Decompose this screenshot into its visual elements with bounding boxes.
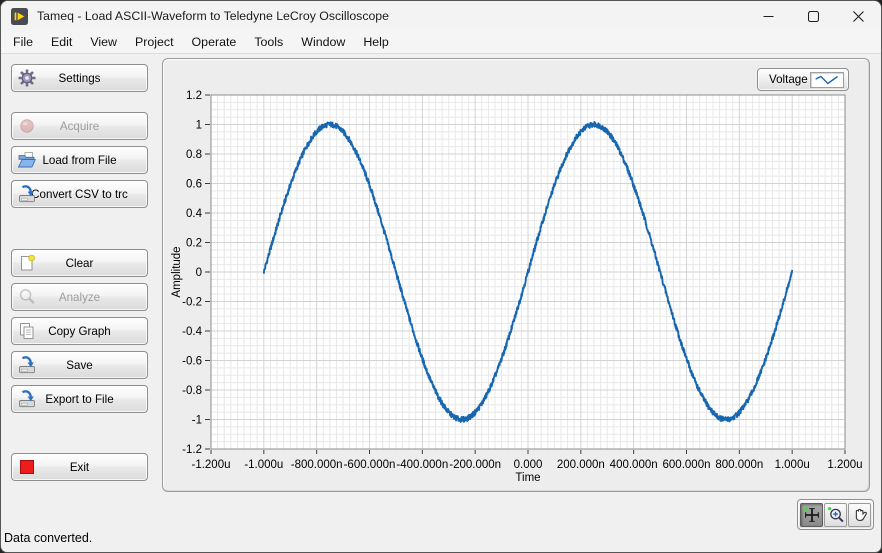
sidebar-button-label: Save xyxy=(66,359,92,372)
menu-item-help[interactable]: Help xyxy=(354,32,397,52)
x-tick-label: 200.000n xyxy=(557,459,605,471)
y-tick-label: 1.2 xyxy=(186,90,202,102)
plot-legend-button[interactable]: Voltage xyxy=(757,68,849,91)
plot-line-sample-icon xyxy=(810,72,844,88)
menubar: FileEditViewProjectOperateToolsWindowHel… xyxy=(1,31,881,54)
sidebar-button-label: Settings xyxy=(59,72,101,85)
save-disk-icon xyxy=(17,355,37,375)
y-tick-label: -1.2 xyxy=(182,444,202,456)
window-controls xyxy=(746,1,881,31)
y-tick-label: 1 xyxy=(196,120,202,132)
x-tick-label: -1.000u xyxy=(244,459,283,471)
magnifier-icon xyxy=(17,287,37,307)
titlebar[interactable]: Tameq - Load ASCII-Waveform to Teledyne … xyxy=(1,1,881,31)
x-axis-title: Time xyxy=(515,472,540,484)
menu-item-window[interactable]: Window xyxy=(292,32,354,52)
stop-square-icon xyxy=(17,457,37,477)
sidebar-button-label: Exit xyxy=(70,461,89,474)
y-tick-label: -0.4 xyxy=(182,326,202,338)
sidebar-button-label: Analyze xyxy=(59,291,100,304)
gear-icon xyxy=(17,68,37,88)
y-tick-label: -0.6 xyxy=(182,356,202,368)
sidebar-button-label: Acquire xyxy=(60,120,99,133)
save-disk-icon xyxy=(17,389,37,409)
x-tick-label: -200.000n xyxy=(449,459,501,471)
menu-item-file[interactable]: File xyxy=(4,32,42,52)
open-folder-icon xyxy=(17,150,37,170)
save-disk-icon xyxy=(17,184,37,204)
sidebar-button-label: Clear xyxy=(66,257,94,270)
x-tick-label: 400.000n xyxy=(610,459,658,471)
sidebar-button-label: Export to File xyxy=(45,393,113,406)
sidebar-button-save[interactable]: Save xyxy=(11,351,148,379)
status-text: Data converted. xyxy=(4,531,92,545)
sidebar-button-acquire[interactable]: Acquire xyxy=(11,112,148,140)
x-tick-label: 600.000n xyxy=(663,459,711,471)
close-button[interactable] xyxy=(836,1,881,31)
y-tick-label: 0 xyxy=(196,267,202,279)
menu-item-project[interactable]: Project xyxy=(126,32,183,52)
x-tick-label: 0.000 xyxy=(514,459,543,471)
graph-tools-palette xyxy=(797,499,874,530)
waveform-graph[interactable]: -1.200u -1.000u -800.000n-600.000n-400.000… xyxy=(163,59,871,493)
labview-app-icon xyxy=(11,8,28,25)
minimize-button[interactable] xyxy=(746,1,791,31)
maximize-button[interactable] xyxy=(791,1,836,31)
x-tick-label: -600.000n xyxy=(344,459,396,471)
y-tick-label: -1 xyxy=(192,415,202,427)
y-axis-title: Amplitude xyxy=(171,246,183,297)
y-tick-label: -0.8 xyxy=(182,385,202,397)
menu-item-tools[interactable]: Tools xyxy=(245,32,292,52)
plot-legend-label: Voltage xyxy=(769,73,808,86)
pan-tool-icon xyxy=(850,505,870,525)
menu-item-view[interactable]: View xyxy=(81,32,126,52)
zoom-tool-icon xyxy=(826,505,846,525)
y-tick-label: -0.2 xyxy=(182,297,202,309)
zoom-tool-button[interactable] xyxy=(824,503,847,527)
y-tick-label: 0.4 xyxy=(186,208,203,220)
graph-panel: -1.200u -1.000u -800.000n-600.000n-400.000… xyxy=(162,58,870,492)
x-tick-label: -400.000n xyxy=(396,459,448,471)
x-tick-label: -800.000n xyxy=(291,459,343,471)
x-tick-label: 1.200u xyxy=(827,459,862,471)
y-tick-label: 0.8 xyxy=(186,149,202,161)
sidebar-button-label: Load from File xyxy=(42,154,116,167)
sidebar-button-exit[interactable]: Exit xyxy=(11,453,148,481)
cursor-tool-icon xyxy=(802,505,822,525)
sidebar-button-copy-graph[interactable]: Copy Graph xyxy=(11,317,148,345)
y-tick-label: 0.2 xyxy=(186,238,202,250)
sidebar-button-settings[interactable]: Settings xyxy=(11,64,148,92)
sidebar-button-label: Copy Graph xyxy=(48,325,111,338)
y-tick-label: 0.6 xyxy=(186,179,202,191)
menu-item-edit[interactable]: Edit xyxy=(42,32,81,52)
sidebar-button-load-from-file[interactable]: Load from File xyxy=(11,146,148,174)
pan-tool-button[interactable] xyxy=(848,503,871,527)
sidebar-button-export-to-file[interactable]: Export to File xyxy=(11,385,148,413)
app-window: Tameq - Load ASCII-Waveform to Teledyne … xyxy=(0,0,882,553)
sidebar: Settings Acquire Load from File Convert CSV… xyxy=(11,64,148,481)
x-tick-label: 1.000u xyxy=(775,459,810,471)
sidebar-button-analyze[interactable]: Analyze xyxy=(11,283,148,311)
cursor-tool-button[interactable] xyxy=(800,503,823,527)
x-tick-label: -1.200u xyxy=(191,459,230,471)
sidebar-button-convert-csv-to-trc[interactable]: Convert CSV to trc xyxy=(11,180,148,208)
sidebar-button-label: Convert CSV to trc xyxy=(31,188,128,201)
x-tick-label: 800.000n xyxy=(715,459,763,471)
copy-pages-icon xyxy=(17,321,37,341)
window-title: Tameq - Load ASCII-Waveform to Teledyne … xyxy=(37,9,389,23)
sidebar-button-clear[interactable]: Clear xyxy=(11,249,148,277)
record-dot-icon xyxy=(17,116,37,136)
new-document-icon xyxy=(17,253,37,273)
menu-item-operate[interactable]: Operate xyxy=(183,32,246,52)
